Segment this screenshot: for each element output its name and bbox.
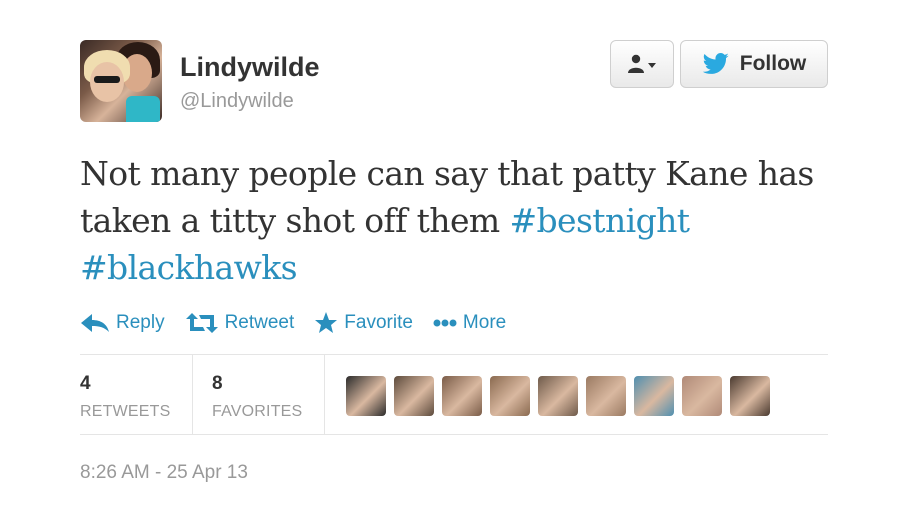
favoriter-avatar[interactable] bbox=[682, 376, 722, 416]
display-name[interactable]: Lindywilde bbox=[180, 52, 320, 83]
follow-button[interactable]: Follow bbox=[680, 40, 828, 88]
divider bbox=[80, 434, 828, 435]
favoriters-avatars bbox=[346, 376, 778, 416]
favoriter-avatar[interactable] bbox=[442, 376, 482, 416]
reply-icon bbox=[81, 314, 109, 332]
reply-label: Reply bbox=[116, 312, 165, 333]
favoriter-avatar[interactable] bbox=[634, 376, 674, 416]
more-action[interactable]: More bbox=[433, 312, 506, 334]
favoriter-avatar[interactable] bbox=[346, 376, 386, 416]
tweet-stats: 4 RETWEETS 8 FAVORITES bbox=[80, 355, 828, 434]
favoriter-avatar[interactable] bbox=[394, 376, 434, 416]
tweet-actions: Reply Retweet Favorite More bbox=[80, 308, 526, 338]
person-dropdown-icon bbox=[627, 54, 657, 74]
follow-button-label: Follow bbox=[739, 52, 807, 75]
favorites-label: FAVORITES bbox=[212, 403, 303, 420]
more-dots-icon bbox=[433, 319, 457, 327]
tweet-body: Not many people can say that patty Kane … bbox=[80, 154, 814, 240]
retweets-count: 4 bbox=[80, 373, 91, 394]
tweet-text: Not many people can say that patty Kane … bbox=[80, 150, 840, 291]
retweets-label: RETWEETS bbox=[80, 403, 171, 420]
favorites-count: 8 bbox=[212, 373, 223, 394]
tweet-timestamp[interactable]: 8:26 AM - 25 Apr 13 bbox=[80, 462, 248, 484]
stat-separator bbox=[324, 355, 325, 434]
retweet-label: Retweet bbox=[224, 312, 295, 333]
hashtag-link[interactable]: #blackhawks bbox=[80, 248, 298, 287]
favoriter-avatar[interactable] bbox=[490, 376, 530, 416]
favorite-label: Favorite bbox=[344, 312, 413, 333]
retweets-stat[interactable]: 4 RETWEETS bbox=[80, 373, 171, 421]
favoriter-avatar[interactable] bbox=[586, 376, 626, 416]
avatar[interactable] bbox=[80, 40, 162, 122]
hashtag-link[interactable]: #bestnight bbox=[509, 201, 690, 240]
stat-separator bbox=[192, 355, 193, 434]
reply-action[interactable]: Reply bbox=[80, 312, 165, 334]
more-label: More bbox=[462, 312, 507, 333]
favorite-action[interactable]: Favorite bbox=[314, 311, 413, 335]
favoriter-avatar[interactable] bbox=[730, 376, 770, 416]
user-actions-button[interactable] bbox=[610, 40, 674, 88]
twitter-bird-icon bbox=[702, 53, 730, 75]
star-icon bbox=[315, 312, 338, 333]
favoriter-avatar[interactable] bbox=[538, 376, 578, 416]
user-handle[interactable]: @Lindywilde bbox=[180, 90, 294, 113]
favorites-stat[interactable]: 8 FAVORITES bbox=[212, 373, 302, 421]
retweet-action[interactable]: Retweet bbox=[185, 312, 295, 334]
retweet-icon bbox=[185, 313, 218, 333]
